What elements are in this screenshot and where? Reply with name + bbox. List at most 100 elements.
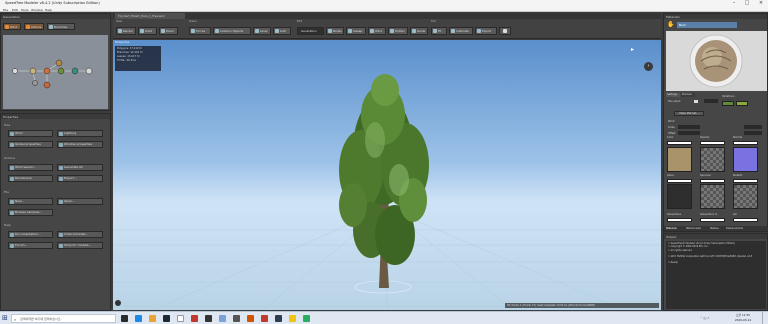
- nav-arrow-icon[interactable]: ›: [644, 62, 653, 71]
- tab-displacements[interactable]: Displacements: [726, 227, 743, 230]
- graph-node[interactable]: [43, 67, 51, 75]
- tab-material-sets[interactable]: Material sets: [686, 227, 701, 230]
- opacity-map[interactable]: [700, 147, 725, 172]
- shop-for-models-button[interactable]: Shop for models...: [57, 242, 103, 249]
- app-icon[interactable]: [247, 315, 254, 322]
- pin-icon[interactable]: [499, 27, 511, 35]
- app-icon[interactable]: [261, 315, 268, 322]
- hidden-button[interactable]: Hidden: [388, 27, 408, 35]
- orbit-button[interactable]: Orbit: [138, 27, 157, 35]
- material-preview[interactable]: [666, 31, 767, 91]
- forum-button[interactable]: Forum...: [8, 242, 53, 249]
- color-map[interactable]: [667, 147, 692, 172]
- menu-tools[interactable]: Tools: [21, 8, 28, 12]
- generation-graph[interactable]: [3, 35, 108, 109]
- scale-field[interactable]: [678, 125, 700, 129]
- windows-start-icon[interactable]: ⊞: [2, 315, 9, 322]
- forces-button[interactable]: Forces: [189, 27, 211, 35]
- tab-materials[interactable]: Materials: [666, 227, 677, 230]
- nodes-button[interactable]: Nodes: [326, 27, 344, 35]
- offset-field[interactable]: [678, 131, 700, 135]
- menu-help[interactable]: Help: [45, 8, 52, 12]
- menu-edit[interactable]: Edit: [12, 8, 18, 12]
- documentation-button[interactable]: Documentation...: [8, 231, 53, 238]
- generate-all-button[interactable]: Generate All: [57, 164, 103, 171]
- tab-wind[interactable]: Wind: [3, 23, 21, 30]
- wind-search-button[interactable]: Wind search...: [8, 164, 53, 171]
- close-button[interactable]: ×: [755, 0, 767, 7]
- wind-button[interactable]: Wind: [8, 130, 53, 137]
- app-icon[interactable]: [275, 315, 282, 322]
- ao-tint-swatch[interactable]: [733, 218, 758, 222]
- metallic-tint-swatch[interactable]: [733, 179, 758, 183]
- metallic-map[interactable]: [733, 184, 758, 209]
- export-toolbar-button[interactable]: Export: [475, 27, 497, 35]
- guide-button[interactable]: Guide: [410, 27, 428, 35]
- graph-node[interactable]: [85, 67, 93, 75]
- normal-tint-swatch[interactable]: [733, 141, 758, 145]
- app-icon[interactable]: [233, 315, 240, 322]
- speedtree-icon[interactable]: [303, 315, 310, 322]
- lod-button[interactable]: LOD: [273, 27, 291, 35]
- color-tint-swatch[interactable]: [667, 141, 692, 145]
- calibrate-button[interactable]: Calibrate: [449, 27, 473, 35]
- generation-button[interactable]: Generation: [297, 27, 324, 35]
- media-icon[interactable]: [191, 315, 198, 322]
- graph-node[interactable]: [55, 59, 63, 67]
- chrome-icon[interactable]: [177, 315, 184, 322]
- zoom-button[interactable]: Zoom: [159, 27, 178, 35]
- max-variation-field[interactable]: [744, 125, 762, 129]
- graph-node[interactable]: [43, 81, 51, 89]
- steam-icon[interactable]: [163, 315, 170, 322]
- open-button[interactable]: Open...: [57, 198, 103, 205]
- graph-node[interactable]: [32, 80, 38, 86]
- tab-branches[interactable]: Branches: [47, 23, 75, 30]
- specular-tint-swatch[interactable]: [700, 179, 725, 183]
- graph-node[interactable]: [29, 67, 37, 75]
- user-data-field[interactable]: [744, 131, 762, 135]
- two-sided-checkbox[interactable]: [694, 100, 698, 103]
- tab-settings[interactable]: Settings: [666, 93, 680, 97]
- variation-swatch[interactable]: [736, 101, 748, 106]
- graph-node[interactable]: [71, 67, 79, 75]
- fit-button[interactable]: Fit: [431, 27, 447, 35]
- tab-preview[interactable]: Preview: [681, 93, 695, 97]
- tab-meshes[interactable]: Meshes: [710, 227, 719, 230]
- export-button[interactable]: Export...: [57, 175, 103, 182]
- collision-objects-button[interactable]: Collision Objects: [213, 27, 251, 35]
- app-icon[interactable]: [289, 315, 296, 322]
- unity-icon[interactable]: [205, 315, 212, 322]
- render-button[interactable]: Render: [116, 27, 136, 35]
- two-sided-value[interactable]: [704, 99, 718, 103]
- opacity-tint-swatch[interactable]: [700, 141, 725, 145]
- browse-samples-button[interactable]: Browse samples...: [8, 209, 53, 216]
- clock[interactable]: 오전 11:55 2020-03-14: [728, 313, 758, 324]
- edge-icon[interactable]: [135, 315, 142, 322]
- maximize-button[interactable]: □: [741, 0, 753, 7]
- graph-node[interactable]: [12, 68, 18, 74]
- gloss-map[interactable]: [667, 184, 692, 209]
- graph-node[interactable]: [57, 67, 65, 75]
- viewport-3d[interactable]: Perspective Polygons: 27,419 tri Branche…: [113, 40, 661, 310]
- material-search[interactable]: Bark: [677, 22, 737, 28]
- edit-wind-button[interactable]: Wind: [368, 27, 386, 35]
- new-button[interactable]: New...: [8, 198, 53, 205]
- menu-window[interactable]: Window: [31, 8, 43, 12]
- explorer-icon[interactable]: [149, 315, 156, 322]
- randomize-button[interactable]: Randomize: [8, 175, 53, 182]
- subsurface-tint-swatch[interactable]: [667, 218, 692, 222]
- normal-map[interactable]: [733, 147, 758, 172]
- window-properties-button[interactable]: Window properties: [57, 141, 103, 148]
- nav-cursor-icon[interactable]: ▸: [631, 46, 637, 54]
- subsurface-percent-swatch[interactable]: [700, 218, 725, 222]
- video-tutorials-button[interactable]: Video tutorials...: [57, 231, 103, 238]
- level-button[interactable]: Level: [253, 27, 271, 35]
- gloss-tint-swatch[interactable]: [667, 179, 692, 183]
- variation-swatch[interactable]: [722, 101, 734, 106]
- lighting-button[interactable]: Lighting: [57, 130, 103, 137]
- menu-file[interactable]: File: [3, 8, 8, 12]
- photos-icon[interactable]: [219, 315, 226, 322]
- sweep-button[interactable]: Sweep: [346, 27, 366, 35]
- specular-map[interactable]: [700, 184, 725, 209]
- hand-icon[interactable]: ✋: [667, 21, 675, 29]
